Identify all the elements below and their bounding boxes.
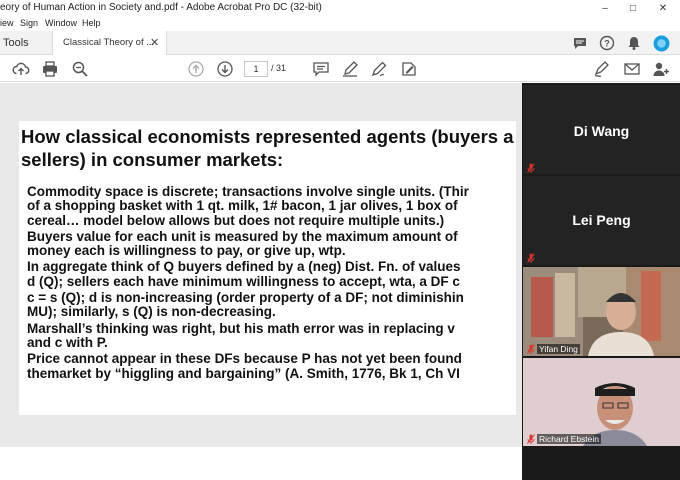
cloud-upload-icon[interactable] xyxy=(12,60,30,78)
bullet-line: Marshall’s thinking was right, but his m… xyxy=(27,320,455,336)
participant-name: Richard Ebstein xyxy=(537,434,602,444)
previous-page-icon[interactable] xyxy=(187,60,205,78)
participant-name: Lei Peng xyxy=(572,212,631,228)
participant-tile-lei-peng[interactable]: Lei Peng xyxy=(523,176,680,265)
bullet-line: Price cannot appear in these DFs because… xyxy=(27,351,462,367)
tools-tab[interactable]: Tools xyxy=(0,31,50,55)
minimize-button[interactable]: – xyxy=(590,0,620,17)
help-icon[interactable]: ? xyxy=(599,35,615,51)
participant-name: Yifan Ding xyxy=(537,344,580,354)
menu-help[interactable]: Help xyxy=(82,18,101,28)
participant-tile-richard-ebstein[interactable]: Richard Ebstein xyxy=(523,358,680,446)
page-total: / 31 xyxy=(271,63,287,73)
slide-bullets: Commodity space is discrete; transaction… xyxy=(27,184,516,383)
sign-tool-icon[interactable] xyxy=(593,60,611,78)
bullet-item: Buyers value for each unit is measured b… xyxy=(27,228,516,259)
menu-window[interactable]: Window xyxy=(45,18,77,28)
add-user-icon[interactable] xyxy=(652,60,670,78)
toolbar: 1 / 31 xyxy=(0,56,680,82)
bullet-item: Commodity space is discrete; transaction… xyxy=(27,184,516,228)
email-icon[interactable] xyxy=(623,60,641,78)
zoom-search-icon[interactable] xyxy=(71,60,89,78)
tab-bar: Tools Classical Theory of ... ✕ ? xyxy=(0,31,680,55)
draw-pencil-icon[interactable] xyxy=(370,60,388,78)
bullet-line: MU); similarly, s (Q) is non-decreasing. xyxy=(27,304,276,320)
window-title: eory of Human Action in Society and.pdf … xyxy=(0,2,322,13)
menu-sign[interactable]: Sign xyxy=(20,18,38,28)
participant-video-feed xyxy=(523,267,680,356)
bullet-line: cereal… model below allows but does not … xyxy=(27,212,445,228)
bullet-line: of a shopping basket with 1 qt. milk, 1#… xyxy=(27,198,458,214)
bottom-blank-area xyxy=(0,447,522,480)
participant-tile-yifan-ding[interactable]: Yifan Ding xyxy=(523,267,680,356)
bullet-item: Price cannot appear in these DFs because… xyxy=(27,351,516,381)
mic-muted-icon xyxy=(527,253,535,263)
slide-title-line: sellers) in consumer markets: xyxy=(21,149,284,170)
bullet-item: c = s (Q); d is non-increasing (order pr… xyxy=(27,290,516,320)
bullet-line: In aggregate think of Q buyers defined b… xyxy=(27,259,461,275)
fill-sign-icon[interactable] xyxy=(400,60,418,78)
svg-text:?: ? xyxy=(604,39,610,49)
bullet-line: themarket by “higgling and bargaining” (… xyxy=(27,365,460,381)
bullet-line: c = s (Q); d is non-increasing (order pr… xyxy=(27,290,464,306)
menu-view[interactable]: iew xyxy=(0,18,14,28)
document-tab-label: Classical Theory of ... xyxy=(63,37,155,48)
add-comment-icon[interactable] xyxy=(312,60,330,78)
slide-title: How classical economists represented age… xyxy=(21,125,516,171)
highlight-pen-icon[interactable] xyxy=(341,60,359,78)
close-tab-button[interactable]: ✕ xyxy=(150,31,159,55)
bullet-line: Buyers value for each unit is measured b… xyxy=(27,228,458,244)
bell-icon[interactable] xyxy=(626,35,642,51)
participant-name: Di Wang xyxy=(573,123,630,139)
slide-title-line: How classical economists represented age… xyxy=(21,126,514,147)
mic-muted-icon xyxy=(527,344,535,354)
acrobat-window: eory of Human Action in Society and.pdf … xyxy=(0,0,680,480)
bullet-item: In aggregate think of Q buyers defined b… xyxy=(27,260,516,289)
menu-bar: iew Sign Window Help xyxy=(0,17,680,31)
video-participants-panel: Di Wang Lei Peng Yifan Ding Richard Ebst… xyxy=(522,83,680,480)
bullet-line: Commodity space is discrete; transaction… xyxy=(27,184,469,199)
next-page-icon[interactable] xyxy=(216,60,234,78)
mic-muted-icon xyxy=(527,163,535,173)
maximize-button[interactable]: □ xyxy=(618,0,648,17)
bullet-line: money each is willingness to pay, or giv… xyxy=(27,243,346,259)
title-bar: eory of Human Action in Society and.pdf … xyxy=(0,0,680,17)
document-view[interactable]: How classical economists represented age… xyxy=(0,83,522,447)
participant-video-feed xyxy=(523,358,680,446)
print-icon[interactable] xyxy=(41,60,59,78)
account-avatar-icon[interactable] xyxy=(653,35,670,52)
close-window-button[interactable]: ✕ xyxy=(648,0,678,17)
bullet-line: and c with P. xyxy=(27,334,108,350)
mic-muted-icon xyxy=(527,434,535,444)
participant-tile-di-wang[interactable]: Di Wang xyxy=(523,85,680,174)
bullet-line: d (Q); sellers each have minimum willing… xyxy=(27,273,460,289)
comment-icon[interactable] xyxy=(572,35,588,51)
slide-page: How classical economists represented age… xyxy=(19,121,516,415)
bullet-item: Marshall’s thinking was right, but his m… xyxy=(27,320,516,351)
page-number-input[interactable]: 1 xyxy=(244,61,268,77)
